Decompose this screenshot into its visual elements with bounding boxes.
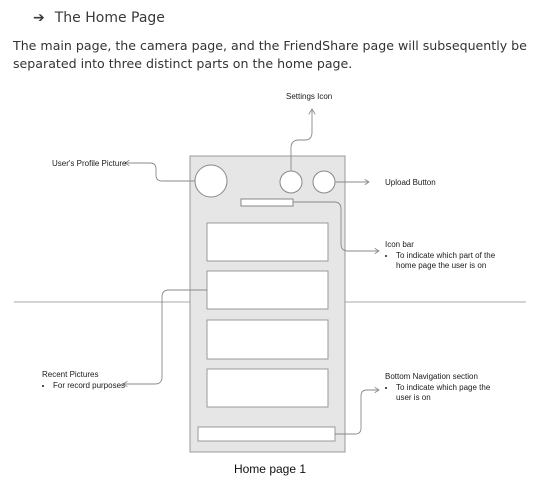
profile-picture-circle [194, 164, 228, 198]
icon-bar-annotation: Icon bar To indicate which part of the h… [385, 240, 515, 271]
recent-picture-card [206, 222, 329, 262]
annotation-label: Settings Icon [286, 92, 333, 101]
recent-picture-card [206, 270, 329, 310]
recent-picture-card [206, 368, 329, 408]
settings-icon-circle [279, 170, 303, 194]
profile-connector [125, 162, 196, 182]
icon-bar [240, 198, 294, 207]
settings-icon-annotation: Settings Icon [286, 92, 332, 102]
annotation-label: User's Profile Picture [52, 159, 127, 168]
recent-pictures-annotation: Recent Pictures For record purposes [42, 370, 142, 391]
bottom-navigation-annotation: Bottom Navigation section To indicate wh… [385, 372, 505, 403]
annotation-label: Icon bar [385, 240, 414, 249]
diagram-caption: Home page 1 [233, 462, 307, 476]
annotation-bullet: For record purposes [53, 381, 142, 391]
annotation-label: Upload Button [385, 178, 436, 187]
annotation-bullet: To indicate which part of the home page … [396, 251, 515, 271]
annotation-label: Bottom Navigation section [385, 372, 478, 381]
annotation-label: Recent Pictures [42, 370, 99, 379]
upload-button-annotation: Upload Button [385, 178, 436, 188]
upload-button-circle [312, 170, 336, 194]
recent-picture-card [206, 319, 329, 360]
profile-picture-annotation: User's Profile Picture [52, 159, 126, 169]
bottom-navigation-bar [197, 426, 336, 442]
annotation-bullet: To indicate which page the user is on [396, 383, 505, 403]
